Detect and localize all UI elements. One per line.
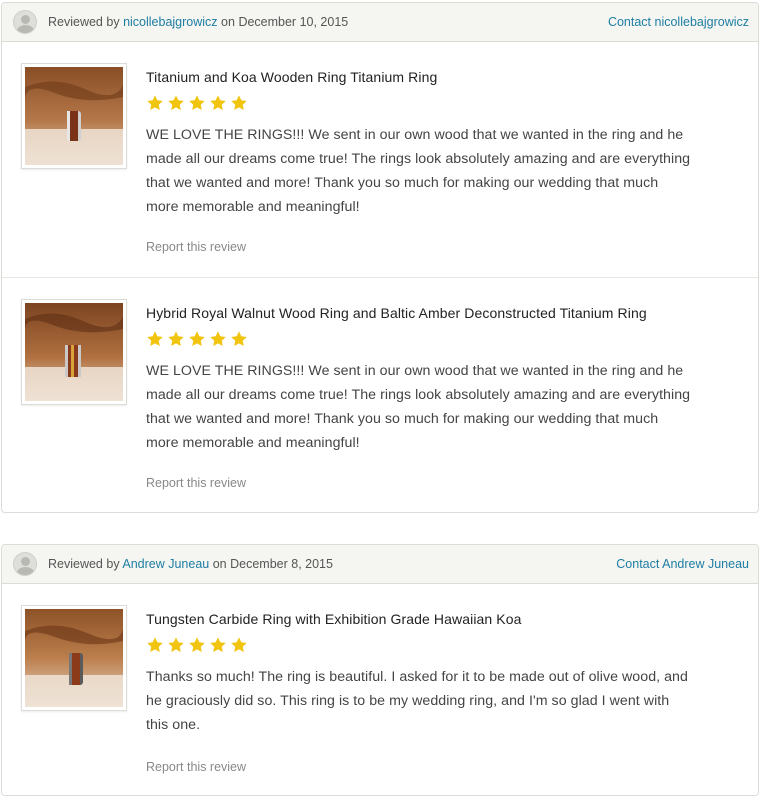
star-icon — [209, 330, 227, 348]
review-card: Reviewed by Andrew Juneau on December 8,… — [1, 544, 759, 796]
review-text: WE LOVE THE RINGS!!! We sent in our own … — [146, 127, 691, 215]
tungsten-koa-ring-photo[interactable] — [21, 605, 127, 711]
ring-image — [25, 609, 123, 707]
report-review-link[interactable]: Report this review — [146, 760, 246, 774]
star-icon — [167, 330, 185, 348]
listing-title[interactable]: Hybrid Royal Walnut Wood Ring and Baltic… — [146, 304, 691, 322]
star-rating — [146, 330, 691, 350]
star-icon — [146, 636, 164, 654]
star-rating — [146, 636, 691, 656]
star-icon — [230, 330, 248, 348]
star-icon — [146, 94, 164, 112]
review-date: December 8, 2015 — [230, 557, 333, 571]
star-icon — [167, 94, 185, 112]
contact-reviewer-link[interactable]: Contact nicollebajgrowicz — [608, 15, 749, 29]
review-date: December 10, 2015 — [238, 15, 349, 29]
star-icon — [146, 330, 164, 348]
ring-image — [25, 67, 123, 165]
review-item: Titanium and Koa Wooden Ring Titanium Ri… — [2, 42, 758, 278]
review-card-header: Reviewed by nicollebajgrowicz on Decembe… — [2, 3, 758, 42]
date-prefix: on — [221, 15, 235, 29]
walnut-amber-ring-photo[interactable] — [21, 299, 127, 405]
reviewer-name-link[interactable]: Andrew Juneau — [122, 557, 209, 571]
report-review-link[interactable]: Report this review — [146, 476, 246, 490]
star-rating — [146, 94, 691, 114]
review-card: Reviewed by nicollebajgrowicz on Decembe… — [1, 2, 759, 513]
reviews-page: Reviewed by nicollebajgrowicz on Decembe… — [0, 0, 763, 797]
date-prefix: on — [212, 557, 227, 571]
star-icon — [188, 636, 206, 654]
review-body: Tungsten Carbide Ring with Exhibition Gr… — [146, 610, 691, 737]
reviewed-by-line: Reviewed by nicollebajgrowicz on Decembe… — [48, 15, 608, 29]
reviewed-by-prefix: Reviewed by — [48, 557, 120, 571]
review-body: Titanium and Koa Wooden Ring Titanium Ri… — [146, 68, 691, 219]
review-text: Thanks so much! The ring is beautiful. I… — [146, 669, 688, 733]
reviewed-by-prefix: Reviewed by — [48, 15, 120, 29]
reviewed-by-line: Reviewed by Andrew Juneau on December 8,… — [48, 557, 616, 571]
report-review-link[interactable]: Report this review — [146, 240, 246, 254]
titanium-koa-ring-photo[interactable] — [21, 63, 127, 169]
star-icon — [209, 94, 227, 112]
reviewer-name-link[interactable]: nicollebajgrowicz — [123, 15, 218, 29]
review-body: Hybrid Royal Walnut Wood Ring and Baltic… — [146, 304, 691, 455]
listing-title[interactable]: Tungsten Carbide Ring with Exhibition Gr… — [146, 610, 691, 628]
default-user-avatar-icon[interactable] — [13, 552, 37, 576]
listing-title[interactable]: Titanium and Koa Wooden Ring Titanium Ri… — [146, 68, 691, 86]
review-card-header: Reviewed by Andrew Juneau on December 8,… — [2, 545, 758, 584]
star-icon — [188, 330, 206, 348]
review-item: Hybrid Royal Walnut Wood Ring and Baltic… — [2, 278, 758, 512]
star-icon — [188, 94, 206, 112]
star-icon — [230, 94, 248, 112]
star-icon — [167, 636, 185, 654]
default-user-avatar-icon[interactable] — [13, 10, 37, 34]
contact-reviewer-link[interactable]: Contact Andrew Juneau — [616, 557, 749, 571]
star-icon — [230, 636, 248, 654]
review-text: WE LOVE THE RINGS!!! We sent in our own … — [146, 363, 691, 451]
star-icon — [209, 636, 227, 654]
review-item: Tungsten Carbide Ring with Exhibition Gr… — [2, 584, 758, 794]
ring-image — [25, 303, 123, 401]
